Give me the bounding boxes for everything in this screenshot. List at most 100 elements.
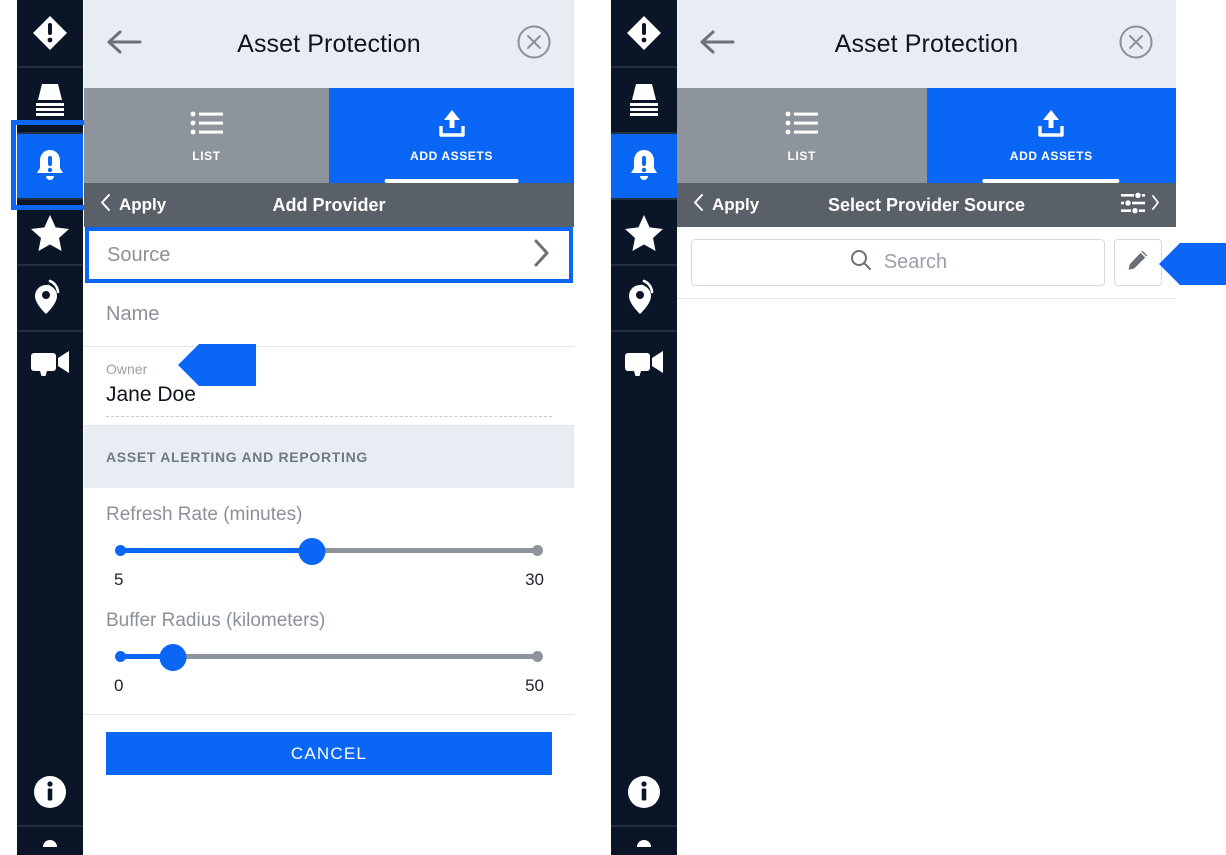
back-button[interactable] [699,29,745,60]
buffer-radius-label: Buffer Radius (kilometers) [106,610,326,631]
buffer-radius-min: 0 [114,676,124,695]
sidebar-item-favorites[interactable] [611,198,677,264]
slider-fill [118,548,313,553]
tab-add-assets[interactable]: ADD ASSETS [329,88,574,183]
apply-label: Apply [119,195,167,214]
star-icon [30,213,70,251]
right-icon-rail [611,0,677,855]
sidebar-item-layers[interactable] [611,66,677,132]
left-panel: Asset Protection LIST ADD ASSETS Apply A… [84,0,574,855]
back-button[interactable] [106,29,152,60]
slider-min-dot [115,545,126,556]
refresh-rate-slider[interactable] [115,538,543,565]
subbar-title: Select Provider Source [827,194,1026,215]
partial-icon [629,833,659,849]
info-icon [625,773,663,811]
section-header-label: ASSET ALERTING AND REPORTING [106,449,369,465]
search-row: Search [677,227,1176,299]
sidebar-item-partial[interactable] [17,825,83,855]
screenshot-root: Asset Protection LIST ADD ASSETS Apply A… [0,0,1226,855]
sidebar-item-notifications[interactable] [17,132,83,198]
sidebar-item-alerts[interactable] [611,0,677,66]
chevron-right-icon[interactable] [1151,194,1160,216]
arrow-left-icon [699,29,735,60]
info-icon [31,773,69,811]
search-icon [849,248,873,277]
apply-label: Apply [712,195,760,214]
list-icon [785,108,819,140]
footer-divider [84,714,574,715]
page-title: Asset Protection [237,29,421,58]
sidebar-item-cameras[interactable] [17,330,83,396]
search-input[interactable]: Search [691,239,1105,286]
list-icon [190,108,224,140]
subbar-title: Add Provider [272,194,386,215]
edit-button[interactable] [1114,239,1162,286]
layers-icon [30,82,70,118]
name-field[interactable]: Name [84,283,574,347]
slider-max-dot [532,545,543,556]
sidebar-item-partial[interactable] [611,825,677,855]
buffer-radius-slider[interactable] [115,644,543,671]
left-panel-subbar: Apply Add Provider [84,183,574,227]
close-circle-icon [516,24,552,65]
tab-active-underline [384,179,519,183]
arrow-left-icon [106,29,142,60]
apply-back-button[interactable]: Apply [100,193,192,217]
sliders-filter-icon[interactable] [1119,190,1147,221]
alert-diamond-icon [31,14,69,52]
slider-thumb[interactable] [298,538,326,565]
location-signal-icon [31,279,69,317]
bell-alert-icon [31,147,69,185]
sidebar-item-favorites[interactable] [17,198,83,264]
star-icon [624,213,664,251]
sidebar-item-alerts[interactable] [17,0,83,66]
slider-thumb[interactable] [159,644,187,671]
source-field[interactable]: Source [85,227,573,283]
apply-back-button[interactable]: Apply [693,193,785,217]
pencil-icon [1126,248,1150,277]
source-field-label: Source [107,243,171,266]
sidebar-item-info[interactable] [611,759,677,825]
video-camera-icon [623,347,665,381]
tab-list-label: LIST [787,149,816,163]
location-signal-icon [625,279,663,317]
sidebar-item-info[interactable] [17,759,83,825]
right-panel: Asset Protection LIST ADD ASSETS Apply S… [677,0,1176,855]
tab-add-assets[interactable]: ADD ASSETS [926,88,1176,183]
right-panel-header: Asset Protection [677,0,1176,88]
search-placeholder: Search [883,251,948,273]
sidebar-item-tracking[interactable] [17,264,83,330]
sidebar-item-cameras[interactable] [611,330,677,396]
tab-add-assets-label: ADD ASSETS [410,149,493,163]
close-circle-icon [1118,24,1154,65]
section-header-alerting: ASSET ALERTING AND REPORTING [84,426,574,488]
tab-add-assets-label: ADD ASSETS [1009,149,1093,163]
sidebar-item-notifications[interactable] [611,132,677,198]
bell-alert-icon [625,147,663,185]
upload-icon [435,108,469,140]
tab-list[interactable]: LIST [84,88,329,183]
tab-list[interactable]: LIST [677,88,927,183]
name-field-label: Name [106,303,160,325]
sidebar-item-layers[interactable] [17,66,83,132]
right-panel-tabs: LIST ADD ASSETS [677,88,1176,183]
refresh-rate-max: 30 [525,570,544,589]
slider-max-dot [532,651,543,662]
sidebar-item-tracking[interactable] [611,264,677,330]
close-button[interactable] [506,24,552,65]
chevron-left-icon [100,193,111,217]
owner-field[interactable]: Owner Jane Doe [84,347,574,426]
left-icon-rail [17,0,83,855]
owner-field-label: Owner [106,361,148,377]
buffer-radius-max: 50 [525,676,544,695]
slider-min-dot [115,651,126,662]
left-panel-header: Asset Protection [84,0,574,88]
left-panel-tabs: LIST ADD ASSETS [84,88,574,183]
tab-list-label: LIST [192,149,221,163]
video-camera-icon [29,347,71,381]
close-button[interactable] [1108,24,1154,65]
cancel-button[interactable]: CANCEL [106,732,552,775]
refresh-rate-label: Refresh Rate (minutes) [106,504,303,525]
alert-diamond-icon [625,14,663,52]
